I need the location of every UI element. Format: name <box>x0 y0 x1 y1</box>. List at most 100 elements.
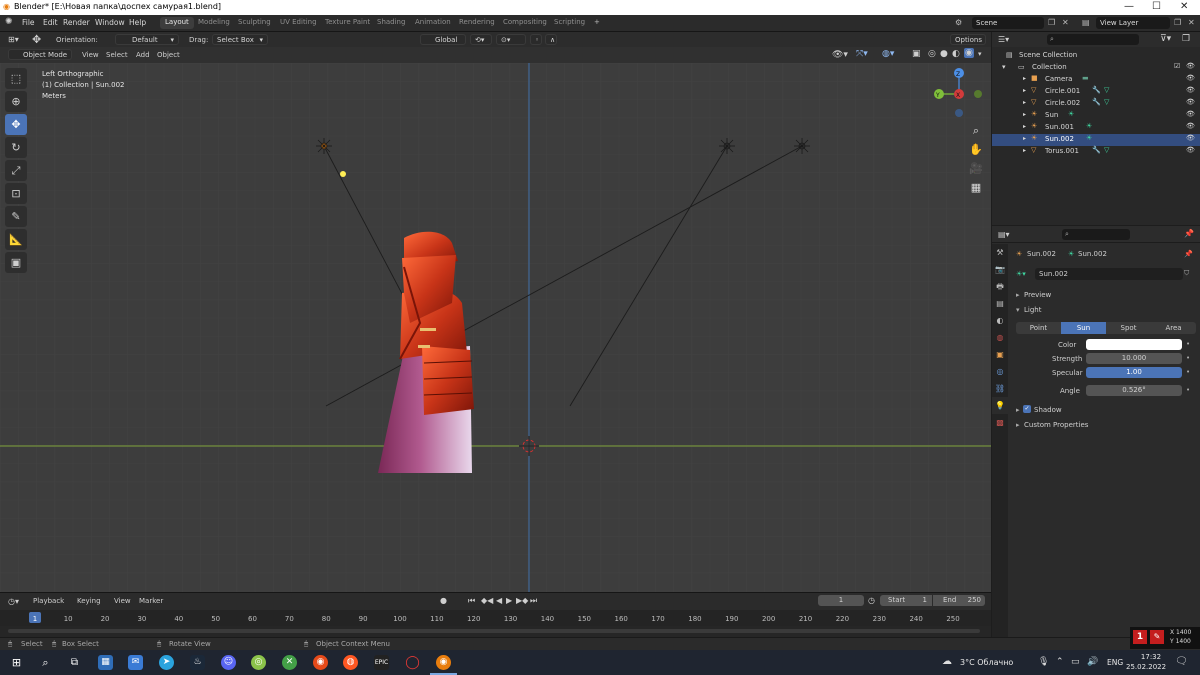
tab-modeling[interactable]: Modeling <box>193 17 235 29</box>
light-data-tab-icon[interactable]: 💡 <box>992 397 1008 414</box>
shadow-expand-arrow-icon[interactable]: ▸ <box>1016 406 1020 414</box>
outliner-item-circle-002[interactable]: ▸ ▽ Circle.002 🔧 ▽ 👁 <box>992 98 1200 110</box>
mode-dropdown[interactable]: Object Mode <box>8 49 72 60</box>
expand-arrow-icon[interactable]: ▸ <box>1023 99 1026 106</box>
tab-sculpting[interactable]: Sculpting <box>233 17 276 29</box>
delete-view-layer-icon[interactable]: ✕ <box>1188 18 1195 27</box>
origin-app-icon[interactable]: ◉ <box>313 655 328 670</box>
tab-shading[interactable]: Shading <box>372 17 410 29</box>
move-tool-icon[interactable]: ✥ <box>32 33 41 46</box>
jump-end-icon[interactable]: ⏭ <box>530 596 537 606</box>
copy-view-layer-icon[interactable]: ❐ <box>1174 18 1181 27</box>
discord-app-icon[interactable]: ☺ <box>221 655 236 670</box>
timeline-menu-marker[interactable]: Marker <box>139 597 163 605</box>
rotate-tool-icon[interactable]: ↻ <box>5 137 27 158</box>
clock-time[interactable]: 17:32 <box>1136 653 1166 661</box>
delete-scene-icon[interactable]: ✕ <box>1062 18 1069 27</box>
render-tab-icon[interactable]: 📷 <box>992 261 1008 278</box>
view-layer-field[interactable]: View Layer <box>1096 17 1170 29</box>
tab-compositing[interactable]: Compositing <box>498 17 552 29</box>
mail-app-icon[interactable]: ✉ <box>128 655 143 670</box>
weather-text[interactable]: 3°C Облачно <box>960 658 1013 667</box>
search-icon[interactable]: ⌕ <box>38 655 53 670</box>
custom-properties-expand-arrow-icon[interactable]: ▸ <box>1016 421 1020 429</box>
overlay-toggle-icon[interactable]: ◍▾ <box>882 49 894 59</box>
visibility-eye-icon[interactable]: 👁 <box>1186 110 1195 118</box>
epic-games-app-icon[interactable]: EPIC <box>374 655 389 670</box>
shadow-panel-header[interactable]: Shadow <box>1034 406 1062 414</box>
outliner-item-sun[interactable]: ▸ ☀ Sun ☀ 👁 <box>992 110 1200 122</box>
pivot-dropdown[interactable]: ⟲▾ <box>470 34 492 45</box>
collection-checkbox-icon[interactable]: ☑ <box>1174 62 1180 70</box>
visibility-eye-icon[interactable]: 👁 <box>1186 134 1195 142</box>
proportional-edit-toggle[interactable]: ◦ <box>530 34 542 45</box>
maximize-button[interactable]: ☐ <box>1152 1 1161 12</box>
tab-rendering[interactable]: Rendering <box>454 17 500 29</box>
visibility-eye-icon[interactable]: 👁 <box>1186 122 1195 130</box>
keyframe-dot-icon[interactable]: • <box>1186 354 1190 362</box>
microphone-icon[interactable]: 🎙 <box>1038 657 1049 667</box>
zoom-icon[interactable]: ⌕ <box>966 121 986 140</box>
light-type-sun[interactable]: Sun <box>1061 322 1106 334</box>
outliner-scene-collection[interactable]: ▤ Scene Collection <box>992 50 1200 62</box>
outliner-search-input[interactable]: ⌕ <box>1047 34 1139 45</box>
steam-app-icon[interactable]: ♨ <box>190 655 205 670</box>
custom-properties-panel-header[interactable]: Custom Properties <box>1024 421 1088 429</box>
outliner-editor-type-icon[interactable]: ☰▾ <box>998 35 1009 44</box>
scale-tool-icon[interactable]: ⤢ <box>5 160 27 181</box>
volume-icon[interactable]: 🔊 <box>1087 657 1098 667</box>
start-frame-field[interactable]: Start 1 <box>880 595 932 606</box>
visibility-eye-icon[interactable]: 👁 <box>1186 86 1195 94</box>
rendered-shading-icon[interactable]: ◉ <box>964 48 974 58</box>
visibility-eye-icon[interactable]: 👁 <box>1186 74 1195 82</box>
outliner-item-sun-002[interactable]: ▸ ☀ Sun.002 ☀ 👁 <box>992 134 1200 146</box>
shadow-checkbox[interactable]: ✓ <box>1023 405 1031 413</box>
filter-icon[interactable]: ⊽▾ <box>1160 34 1171 44</box>
strength-field[interactable]: 10.000 <box>1086 353 1182 364</box>
add-cube-tool-icon[interactable]: ▣ <box>5 252 27 273</box>
transform-tool-icon[interactable]: ⊡ <box>5 183 27 204</box>
close-button[interactable]: ✕ <box>1180 1 1188 12</box>
expand-arrow-icon[interactable]: ▸ <box>1023 147 1026 154</box>
proportional-falloff-dropdown[interactable]: ∧ <box>545 34 557 45</box>
frame-ruler[interactable]: 1 10 20 30 40 50 60 70 80 90 100 110 120 130 140 150 160… <box>0 610 991 626</box>
timeline-editor-type-icon[interactable]: ◷▾ <box>8 597 19 606</box>
light-panel-header[interactable]: Light <box>1024 306 1041 314</box>
windows-start-icon[interactable]: ⊞ <box>9 655 24 670</box>
physics-tab-icon[interactable]: ◎ <box>992 363 1008 380</box>
constraints-tab-icon[interactable]: ⛓ <box>992 380 1008 397</box>
solid-shading-icon[interactable]: ● <box>940 49 948 59</box>
telegram-app-icon[interactable]: ➤ <box>159 655 174 670</box>
notifications-icon[interactable]: 🗨 <box>1175 656 1188 667</box>
preview-expand-arrow-icon[interactable]: ▸ <box>1016 291 1020 299</box>
outliner-item-sun-001[interactable]: ▸ ☀ Sun.001 ☀ 👁 <box>992 122 1200 134</box>
output-tab-icon[interactable]: 🖶 <box>992 278 1008 295</box>
xray-toggle-icon[interactable]: ▣ <box>912 49 921 59</box>
outliner-collection[interactable]: ▾ ▭ Collection ☑ 👁 <box>992 62 1200 74</box>
select-tool-icon[interactable]: ⬚ <box>5 68 27 89</box>
tool-tab-icon[interactable]: ⚒ <box>992 244 1008 261</box>
transform-space-dropdown[interactable]: Global <box>420 34 466 45</box>
expand-arrow-icon[interactable]: ▸ <box>1023 111 1026 118</box>
shading-options-icon[interactable]: ▾ <box>978 50 982 58</box>
specular-slider[interactable]: 1.00 <box>1086 367 1182 378</box>
tab-texture-paint[interactable]: Texture Paint <box>320 17 375 29</box>
pan-hand-icon[interactable]: ✋ <box>966 140 986 159</box>
view-layer-tab-icon[interactable]: ▤ <box>992 295 1008 312</box>
drag-dropdown[interactable]: Select Box ▾ <box>212 34 268 45</box>
outliner-item-camera[interactable]: ▸ ■ Camera ▬ 👁 <box>992 74 1200 86</box>
material-shading-icon[interactable]: ◐ <box>952 49 960 59</box>
clock-date[interactable]: 25.02.2022 <box>1126 663 1166 671</box>
fake-user-shield-icon[interactable]: ⛉ <box>1184 269 1189 278</box>
scene-field[interactable]: Scene <box>972 17 1044 29</box>
properties-editor-type-icon[interactable]: ▤▾ <box>998 230 1010 239</box>
jump-start-icon[interactable]: ⏮ <box>468 596 475 606</box>
light-datablock-field[interactable]: Sun.002 <box>1035 268 1183 280</box>
viewport-menu-object[interactable]: Object <box>157 51 180 59</box>
calculator-app-icon[interactable]: ▦ <box>98 655 113 670</box>
viewport-canvas[interactable]: Z Y X <box>0 63 991 592</box>
visibility-eye-icon[interactable]: 👁 <box>1186 146 1195 154</box>
keyframe-dot-icon[interactable]: • <box>1186 368 1190 376</box>
end-frame-field[interactable]: End 250 <box>933 595 985 606</box>
expand-arrow-icon[interactable]: ▸ <box>1023 123 1026 130</box>
